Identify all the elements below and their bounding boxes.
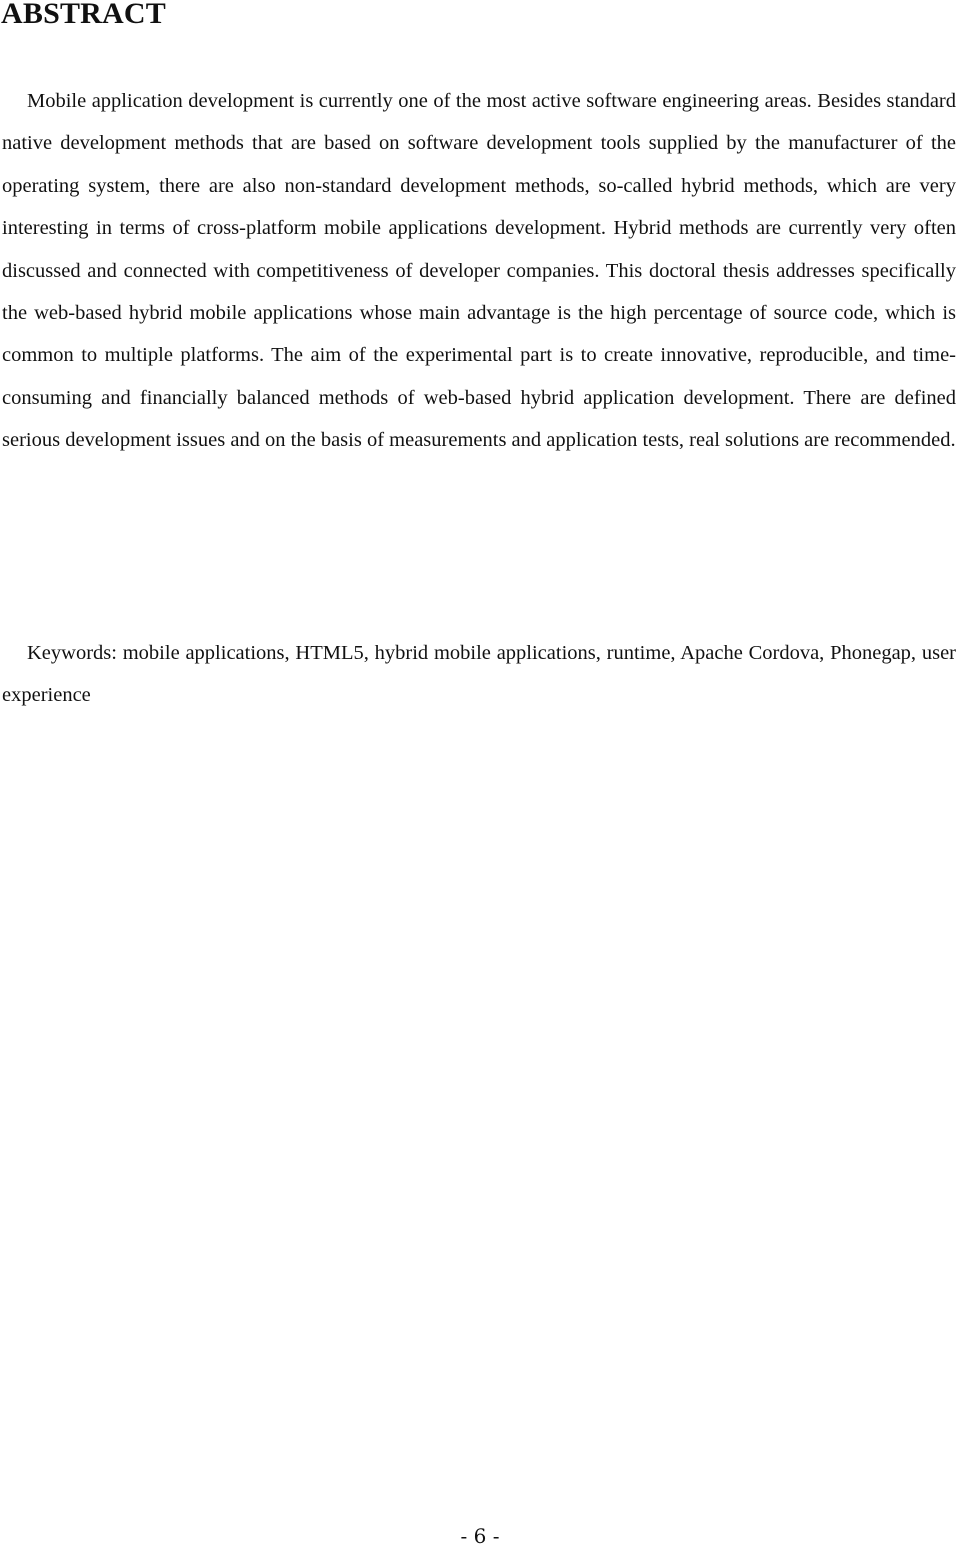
page-title: ABSTRACT xyxy=(1,0,166,30)
keywords-paragraph: Keywords: mobile applications, HTML5, hy… xyxy=(2,642,956,707)
abstract-paragraph: Mobile application development is curren… xyxy=(2,90,956,452)
page-number: - 6 - xyxy=(460,1524,500,1548)
